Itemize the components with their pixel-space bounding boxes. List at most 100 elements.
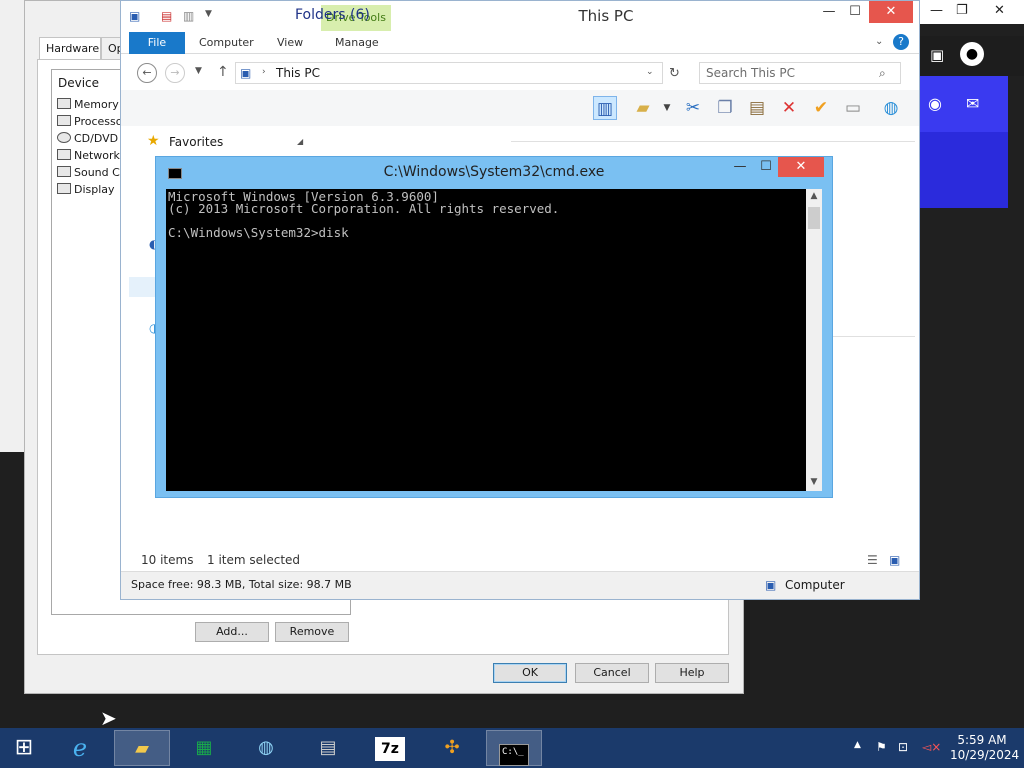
address-field[interactable]: ▣ › This PC ⌄: [235, 62, 663, 84]
minimize-button[interactable]: —: [815, 1, 843, 23]
search-icon[interactable]: ⌕: [879, 66, 886, 81]
minimize-icon[interactable]: —: [930, 3, 943, 18]
close-button[interactable]: ✕: [869, 1, 913, 23]
recent-locations-icon[interactable]: ▼: [195, 66, 202, 76]
new-folder-icon[interactable]: ▥: [183, 9, 194, 23]
7zip-icon[interactable]: 7z: [362, 730, 418, 766]
file-explorer-icon[interactable]: ▰: [114, 730, 170, 766]
network-tray-icon[interactable]: ⊡: [898, 740, 908, 754]
up-arrow-icon[interactable]: ↑: [217, 64, 229, 80]
network-tool-icon[interactable]: ◍: [238, 730, 294, 766]
maximize-button[interactable]: ☐: [752, 157, 780, 177]
explorer-titlebar: ▣ ▤ ▥ ▼ Drive Tools This PC — ☐ ✕: [121, 1, 919, 31]
vertical-scrollbar[interactable]: ▲ ▼: [806, 189, 822, 491]
store-icon[interactable]: ▦: [176, 730, 232, 766]
breadcrumb[interactable]: This PC: [276, 66, 320, 80]
favorites-item[interactable]: Favorites: [169, 135, 223, 149]
page-header: ◉ ✉: [920, 76, 1008, 132]
cancel-button[interactable]: Cancel: [575, 663, 649, 683]
cut-icon[interactable]: ✂: [681, 96, 705, 120]
browser-window-fragment: — ❐ ✕ ▣ ● ◉ ✉: [920, 0, 1024, 730]
this-pc-icon: ▣: [240, 66, 252, 80]
clock-time: 5:59 AM: [957, 733, 1007, 747]
star-icon: ★: [147, 133, 160, 149]
folders-group-header[interactable]: Folders (6): [295, 7, 370, 23]
console-output[interactable]: Microsoft Windows [Version 6.3.9600] (c)…: [168, 190, 804, 239]
device-item[interactable]: Display: [57, 183, 115, 199]
device-item[interactable]: Processor: [57, 115, 127, 131]
device-item[interactable]: CD/DVD (: [57, 132, 126, 148]
processor-icon: [57, 115, 71, 126]
console-area[interactable]: Microsoft Windows [Version 6.3.9600] (c)…: [166, 189, 822, 491]
address-bar-row: ← → ▼ ↑ ▣ › This PC ⌄ ↻ Search This PC ⌕: [121, 58, 919, 90]
command-prompt-window: C:\Windows\System32\cmd.exe — ☐ ✕ Micros…: [155, 156, 833, 498]
ribbon-expand-icon[interactable]: ⌄: [875, 36, 883, 47]
volume-muted-icon[interactable]: ◅×: [922, 740, 941, 754]
globe-icon[interactable]: ◍: [879, 96, 903, 120]
scroll-thumb[interactable]: [808, 207, 820, 229]
search-input[interactable]: Search This PC: [699, 62, 901, 84]
back-button[interactable]: ←: [137, 63, 157, 83]
properties-icon[interactable]: ▤: [161, 9, 172, 23]
cmd-titlebar: C:\Windows\System32\cmd.exe — ☐ ✕: [156, 157, 832, 189]
cmd-taskbar-icon[interactable]: C:\_: [486, 730, 542, 766]
copy-icon[interactable]: ❐: [713, 96, 737, 120]
layout-pane-icon[interactable]: ▥: [593, 96, 617, 120]
rename-icon[interactable]: ▭: [841, 96, 865, 120]
device-item[interactable]: Memory: [57, 98, 119, 114]
folder-options-icon[interactable]: ▰: [631, 96, 655, 120]
clock[interactable]: 5:59 AM 10/29/2024: [950, 733, 1019, 763]
status-selection: 1 item selected: [207, 553, 301, 567]
add-button[interactable]: Add...: [195, 622, 269, 642]
quick-access-dropdown-icon[interactable]: ▼: [205, 9, 212, 19]
status-bar: Space free: 98.3 MB, Total size: 98.7 MB…: [121, 571, 919, 599]
close-button[interactable]: ✕: [778, 157, 824, 177]
profile-icon[interactable]: ●: [960, 42, 984, 66]
sidebar-toggle-icon[interactable]: ▣: [930, 46, 944, 64]
ok-button[interactable]: OK: [493, 663, 567, 683]
browser-toolbar: ▣ ●: [920, 36, 1024, 76]
start-button[interactable]: ⊞: [0, 730, 48, 766]
close-icon[interactable]: ✕: [994, 3, 1005, 18]
folder-options-dropdown-icon[interactable]: ▼: [655, 96, 679, 120]
tab-file[interactable]: File: [129, 32, 185, 54]
memory-icon: [57, 98, 71, 109]
action-center-flag-icon[interactable]: ⚑: [876, 740, 887, 754]
vmware-icon[interactable]: ✣: [424, 730, 480, 766]
refresh-icon[interactable]: ↻: [669, 66, 680, 81]
check-icon[interactable]: ✔: [809, 96, 833, 120]
device-item[interactable]: Sound Ca: [57, 166, 127, 182]
window-title: This PC: [578, 7, 634, 25]
forward-button[interactable]: →: [165, 63, 185, 83]
browser-titlebar: — ❐ ✕: [920, 0, 1024, 24]
help-icon[interactable]: ?: [893, 34, 909, 50]
tab-manage[interactable]: Manage: [327, 32, 387, 54]
mouse-pointer: ➤: [100, 706, 117, 730]
space-info: Space free: 98.3 MB, Total size: 98.7 MB: [131, 578, 352, 591]
computer-icon: ▣: [129, 9, 141, 23]
address-dropdown-icon[interactable]: ⌄: [646, 67, 654, 77]
scanner-icon[interactable]: ▤: [300, 730, 356, 766]
scroll-up-icon[interactable]: ▲: [806, 191, 822, 201]
remove-button[interactable]: Remove: [275, 622, 349, 642]
view-toolbar: ▥ ▰ ▼ ✂ ❐ ▤ ✕ ✔ ▭ ◍: [121, 90, 919, 126]
details-view-icon[interactable]: ☰: [867, 553, 878, 567]
paste-icon[interactable]: ▤: [745, 96, 769, 120]
collapse-arrow-icon[interactable]: ◢: [297, 137, 303, 146]
mail-icon[interactable]: ✉: [966, 94, 979, 113]
delete-icon[interactable]: ✕: [777, 96, 801, 120]
internet-explorer-icon[interactable]: e: [52, 730, 108, 766]
tab-computer[interactable]: Computer: [191, 32, 262, 54]
help-button[interactable]: Help: [655, 663, 729, 683]
sound-icon: [57, 166, 71, 177]
maximize-button[interactable]: ☐: [841, 1, 869, 23]
restore-icon[interactable]: ❐: [956, 3, 968, 18]
tab-hardware[interactable]: Hardware: [39, 37, 101, 61]
cd-icon: [57, 132, 71, 143]
show-hidden-icons[interactable]: ▲: [854, 740, 861, 750]
scroll-down-icon[interactable]: ▼: [806, 477, 822, 487]
minimize-button[interactable]: —: [726, 157, 754, 177]
large-icons-view-icon[interactable]: ▣: [889, 553, 900, 567]
tab-view[interactable]: View: [269, 32, 311, 54]
github-icon[interactable]: ◉: [928, 94, 942, 113]
